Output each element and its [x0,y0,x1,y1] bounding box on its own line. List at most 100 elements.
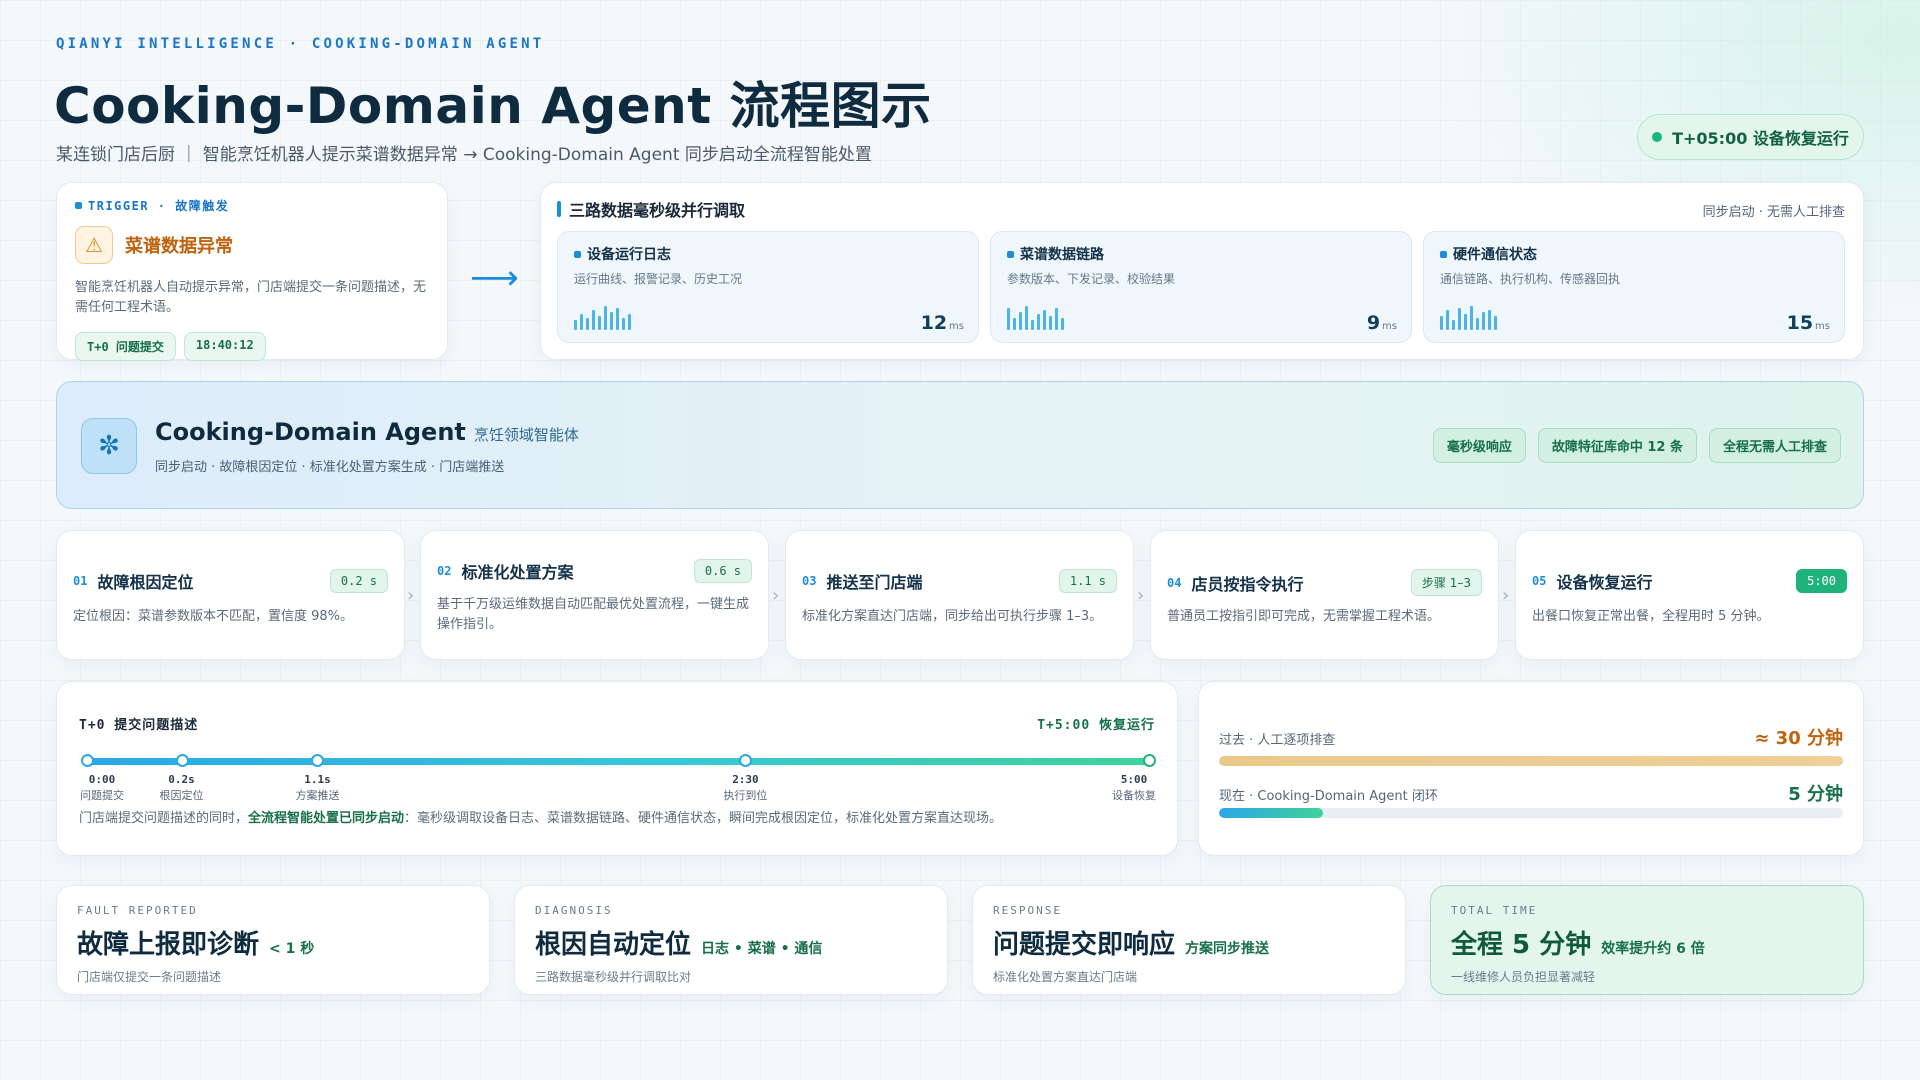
past-label: 过去 · 人工逐项排查 [1219,733,1336,748]
summary-aux: 方案同步推送 [1185,941,1270,957]
chevron-right-icon: › [1137,585,1145,606]
lane-subtitle: 参数版本、下发记录、校验结果 [1007,272,1176,286]
timeline-start-label: T+0 提交问题描述 [79,718,199,733]
timeline-track [87,758,1147,765]
step-badge: 5:00 [1796,569,1847,593]
summary-kicker: TOTAL TIME [1451,904,1538,917]
square-icon [1007,250,1014,258]
now-value: 5 分钟 [1788,784,1843,805]
timeline-card: T+0 提交问题描述 T+5:00 恢复运行 0:00 问题提交 0.2s 根因定位 1… [56,681,1178,856]
agent-subtitle: 烹饪领域智能体 [473,426,579,444]
page-subtitle: 某连锁门店后厨 ｜ 智能烹饪机器人提示菜谱数据异常 → Cooking-Doma… [56,145,872,165]
lane-title: 硬件通信状态 [1453,247,1537,263]
trigger-title: 菜谱数据异常 [125,236,233,257]
summary-kicker: DIAGNOSIS [535,904,613,917]
snowflake-icon: ✼ [81,418,137,474]
summary-heading: 全程 5 分钟 效率提升约 6 倍 [1451,930,1705,960]
agent-description: 同步启动 · 故障根因定位 · 标准化处置方案生成 · 门店端推送 [155,460,505,475]
lane-title: 菜谱数据链路 [1020,247,1104,263]
now-label: 现在 · Cooking-Domain Agent 闭环 [1219,789,1438,804]
agent-banner: ✼ Cooking-Domain Agent 烹饪领域智能体 同步启动 · 故障根… [56,381,1864,509]
timeline-node [739,754,753,767]
step-title: 推送至门店端 [826,573,923,592]
warning-icon: ⚠ [75,226,113,264]
timeline-description: 门店端提交问题描述的同时，全流程智能处置已同步启动：毫秒级调取设备日志、菜谱数据… [79,811,1003,826]
timeline-node-label: 1.1s 方案推送 [295,773,340,802]
step-title: 故障根因定位 [97,573,194,592]
status-badge: T+05:00 设备恢复运行 [1637,114,1864,160]
step-badge: 0.6 s [693,559,752,583]
step-card-4: 04 店员按指令执行 步骤 1–3 普通员工按指引即可完成，无需掌握工程术语。 [1150,530,1499,660]
eyebrow: QIANYI INTELLIGENCE · COOKING-DOMAIN AGE… [56,36,545,52]
summary-subtext: 三路数据毫秒级并行调取比对 [535,970,692,984]
chevron-right-icon: › [1502,585,1510,606]
signal-bars-icon [1007,304,1064,330]
summary-subtext: 一线维修人员负担显著减轻 [1451,970,1596,984]
trigger-tag: TRIGGER · 故障触发 [75,197,429,214]
timeline-node [1143,754,1156,767]
data-lanes-card: 三路数据毫秒级并行调取 同步启动 · 无需人工排查 设备运行日志 运行曲线、报警… [540,182,1864,360]
trigger-time-chip: T+0 问题提交 [75,332,176,361]
comparison-card: 过去 · 人工逐项排查 ≈ 30 分钟 现在 · Cooking-Domain … [1198,681,1864,856]
lanes-title: 三路数据毫秒级并行调取 [569,201,746,220]
lane-recipe-data: 菜谱数据链路 参数版本、下发记录、校验结果 9 ms [990,231,1412,343]
step-number: 05 [1532,574,1547,588]
past-bar [1219,756,1843,766]
step-card-3: 03 推送至门店端 1.1 s 标准化方案直达门店端，同步给出可执行步骤 1–3。 [785,530,1134,660]
timeline-node [311,754,325,767]
step-description: 定位根因：菜谱参数版本不匹配，置信度 98%。 [73,609,354,624]
step-number: 01 [73,574,88,588]
step-title: 设备恢复运行 [1556,573,1653,592]
lane-latency: 9 ms [1366,312,1397,334]
chevron-right-icon: › [772,585,780,606]
timeline-node-label: 0.2s 根因定位 [159,773,204,802]
status-text: T+05:00 设备恢复运行 [1672,129,1849,148]
square-icon [574,250,581,258]
trigger-card: TRIGGER · 故障触发 ⚠ 菜谱数据异常 智能烹饪机器人自动提示异常，门店… [56,182,448,361]
summary-response: RESPONSE 问题提交即响应 方案同步推送 标准化处置方案直达门店端 [972,885,1406,995]
lane-hardware-comm: 硬件通信状态 通信链路、执行机构、传感器回执 15 ms [1423,231,1845,343]
summary-kicker: FAULT REPORTED [77,904,198,917]
lane-title: 设备运行日志 [587,247,671,263]
summary-aux: 效率提升约 6 倍 [1601,941,1705,957]
summary-aux: 日志 • 菜谱 • 通信 [701,941,823,957]
step-title: 标准化处置方案 [461,563,574,582]
past-value: ≈ 30 分钟 [1754,728,1843,749]
now-bar [1219,808,1843,818]
step-title: 店员按指令执行 [1191,574,1304,594]
trigger-tag-label: TRIGGER · 故障触发 [88,199,230,213]
arrow-right-icon: ⟶ [470,258,519,298]
summary-total-time: TOTAL TIME 全程 5 分钟 效率提升约 6 倍 一线维修人员负担显著减轻 [1430,885,1864,995]
status-dot-icon [1652,132,1663,142]
timeline-node [81,754,94,767]
lane-latency: 15 ms [1786,312,1830,334]
summary-diagnosis: DIAGNOSIS 根因自动定位 日志 • 菜谱 • 通信 三路数据毫秒级并行调取… [514,885,948,995]
summary-fault-reported: FAULT REPORTED 故障上报即诊断 < 1 秒 门店端仅提交一条问题描述 [56,885,490,995]
step-card-5: 05 设备恢复运行 5:00 出餐口恢复正常出餐，全程用时 5 分钟。 [1515,530,1864,660]
agent-tag: 故障特征库命中 12 条 [1537,428,1697,463]
step-description: 标准化方案直达门店端，同步给出可执行步骤 1–3。 [802,609,1103,624]
square-icon [75,202,82,209]
page-title: Cooking-Domain Agent 流程图示 [54,77,932,135]
lane-subtitle: 通信链路、执行机构、传感器回执 [1440,272,1621,286]
square-icon [1440,250,1447,258]
summary-subtext: 标准化处置方案直达门店端 [993,970,1138,984]
lanes-note: 同步启动 · 无需人工排查 [1702,205,1845,220]
trigger-description: 智能烹饪机器人自动提示异常，门店端提交一条问题描述，无需任何工程术语。 [75,280,427,315]
summary-subtext: 门店端仅提交一条问题描述 [77,970,222,984]
summary-kicker: RESPONSE [993,904,1062,917]
step-number: 02 [437,564,452,578]
timeline-node-label: 5:00 设备恢复 [1112,773,1156,802]
lane-device-log: 设备运行日志 运行曲线、报警记录、历史工况 12 ms [557,231,979,343]
step-card-2: 02 标准化处置方案 0.6 s 基于千万级运维数据自动匹配最优处置流程，一键生成操… [420,530,769,660]
summary-heading: 故障上报即诊断 < 1 秒 [77,930,315,960]
chevron-right-icon: › [407,585,415,606]
signal-bars-icon [1440,304,1497,330]
step-number: 04 [1167,575,1182,590]
timeline-node-label: 0:00 问题提交 [80,773,124,802]
timeline-node-label: 2:30 执行到位 [723,773,768,802]
step-badge: 0.2 s [329,569,388,593]
step-description: 基于千万级运维数据自动匹配最优处置流程，一键生成操作指引。 [437,597,750,632]
step-badge: 1.1 s [1058,569,1117,593]
step-description: 普通员工按指引即可完成，无需掌握工程术语。 [1167,609,1441,624]
